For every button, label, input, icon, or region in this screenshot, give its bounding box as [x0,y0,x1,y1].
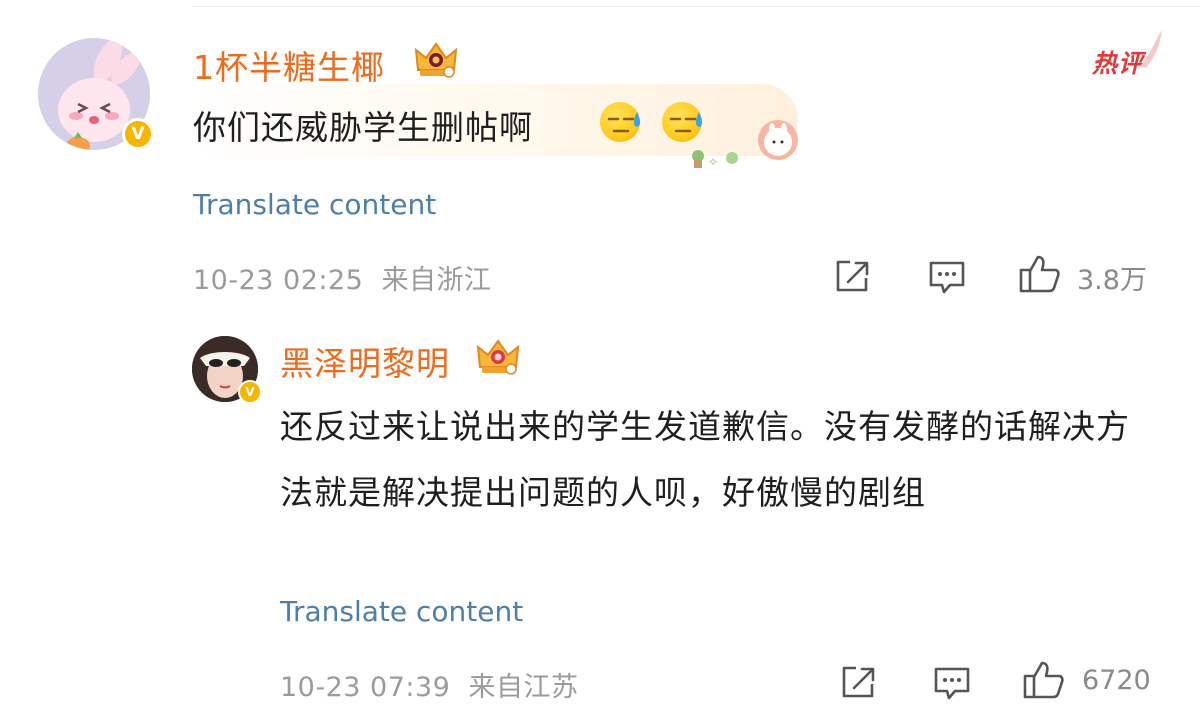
avatar[interactable]: V [38,38,154,150]
reply-like-count: 6720 [1082,665,1151,696]
comment-username[interactable]: 1杯半糖生椰 [193,41,385,89]
comment-location: 来自浙江 [381,265,492,296]
crown-level-icon [412,40,460,80]
reply-comment-icon[interactable] [933,666,971,706]
reply-avatar[interactable]: V [192,336,262,404]
comment-text: 你们还威胁学生删帖啊 [193,108,533,147]
comment-timestamp: 10-23 02:25 [193,265,364,296]
reply-username[interactable]: 黑泽明黎明 [280,337,450,385]
bubble-decoration-icon: ✧ [692,120,798,169]
downcast-sweat-emoji-icon [600,102,640,142]
reply-like-icon[interactable] [1022,660,1066,704]
reply-location: 来自江苏 [468,672,579,703]
share-icon[interactable] [834,258,872,298]
comment-icon[interactable] [928,260,966,300]
reply-share-icon[interactable] [840,664,878,704]
comment-meta: 10-23 02:25 来自浙江 [193,258,492,297]
like-count: 3.8万 [1077,265,1147,296]
reply-timestamp: 10-23 07:39 [280,672,451,703]
like-icon[interactable] [1018,254,1062,298]
reply-text: 还反过来让说出来的学生发道歉信。没有发酵的话解决方法就是解决提出问题的人呗，好傲… [280,407,1130,512]
svg-text:✧: ✧ [708,155,718,169]
verified-badge-icon: V [238,380,262,404]
reply-translate-content-link[interactable]: Translate content [280,595,523,628]
verified-badge-icon: V [122,118,154,150]
reply-meta: 10-23 07:39 来自江苏 [280,665,579,704]
hot-badge-swoosh-icon [1140,30,1162,68]
top-divider [192,6,1200,7]
crown-level-icon [474,337,522,377]
translate-content-link[interactable]: Translate content [193,188,436,221]
